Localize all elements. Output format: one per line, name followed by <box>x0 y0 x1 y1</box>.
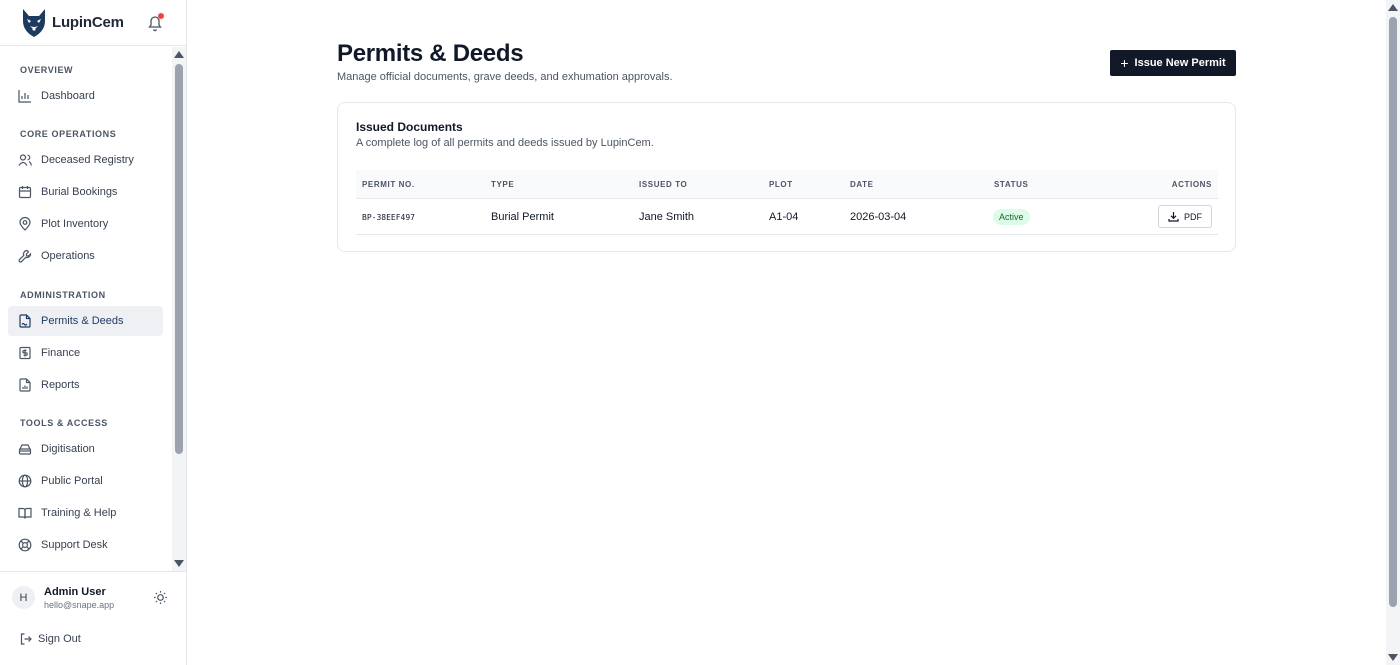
column-header-status[interactable]: STATUS <box>994 180 1028 189</box>
cell-plot: A1-04 <box>769 211 799 223</box>
column-header-type[interactable]: TYPE <box>491 180 514 189</box>
bar-chart-icon <box>18 90 31 103</box>
receipt-icon <box>19 346 31 360</box>
page-scroll-up-arrow-icon[interactable] <box>1388 4 1398 11</box>
download-pdf-button[interactable]: PDF <box>1158 205 1212 228</box>
sidebar-item-label: Training & Help <box>41 507 117 519</box>
user-email: hello@snape.app <box>44 600 115 610</box>
brand-name: LupinCem <box>52 14 124 31</box>
issue-new-permit-button[interactable]: + Issue New Permit <box>1110 50 1236 76</box>
sidebar-item-label: Public Portal <box>41 475 103 487</box>
sidebar-item-label: Operations <box>41 250 95 262</box>
scroll-up-arrow-icon[interactable] <box>174 51 184 58</box>
sidebar-item-dashboard[interactable]: Dashboard <box>8 81 163 111</box>
sidebar-item-finance[interactable]: Finance <box>8 338 163 368</box>
column-header-actions: ACTIONS <box>1171 180 1212 189</box>
cell-issued-to: Jane Smith <box>639 211 695 223</box>
scroll-thumb[interactable] <box>175 64 183 454</box>
sidebar-item-label: Dashboard <box>41 90 95 102</box>
sidebar-item-burial-bookings[interactable]: Burial Bookings <box>8 177 163 207</box>
download-icon <box>1168 212 1179 222</box>
section-title-tools-access: TOOLS & ACCESS <box>20 418 108 428</box>
section-title-administration: ADMINISTRATION <box>20 290 106 300</box>
users-icon <box>18 154 32 166</box>
section-title-overview: OVERVIEW <box>20 65 74 75</box>
brand-header: LupinCem <box>0 0 186 46</box>
sidebar-item-label: Digitisation <box>41 443 95 455</box>
cell-permit-no: BP-38EEF497 <box>362 213 415 222</box>
issued-documents-card: Issued Documents A complete log of all p… <box>337 102 1236 252</box>
globe-icon <box>18 474 32 488</box>
sign-out-button[interactable]: Sign Out <box>20 633 81 645</box>
notification-dot <box>158 13 164 19</box>
sun-icon[interactable] <box>153 590 168 605</box>
cell-type: Burial Permit <box>491 211 554 223</box>
file-chart-icon <box>19 378 31 392</box>
book-icon <box>18 507 32 519</box>
sidebar-item-label: Reports <box>41 379 80 391</box>
sidebar-nav: OVERVIEW Dashboard CORE OPERATIONS Decea… <box>0 47 172 571</box>
sidebar: LupinCem OVERVIEW Dashboard CORE OPERATI… <box>0 0 187 665</box>
table-row[interactable]: BP-38EEF497 Burial Permit Jane Smith A1-… <box>356 199 1218 235</box>
sidebar-scrollbar[interactable] <box>172 47 186 571</box>
sidebar-item-label: Permits & Deeds <box>41 315 124 327</box>
page-scroll-thumb[interactable] <box>1389 17 1397 607</box>
sidebar-item-training-help[interactable]: Training & Help <box>8 498 163 528</box>
sidebar-item-label: Plot Inventory <box>41 218 109 230</box>
sidebar-item-label: Deceased Registry <box>41 154 134 166</box>
column-header-plot[interactable]: PLOT <box>769 180 793 189</box>
card-subtitle: A complete log of all permits and deeds … <box>356 137 654 149</box>
scroll-down-arrow-icon[interactable] <box>174 560 184 567</box>
avatar: H <box>12 586 35 609</box>
page-scrollbar[interactable] <box>1386 0 1400 665</box>
sidebar-item-deceased-registry[interactable]: Deceased Registry <box>8 145 163 175</box>
column-header-date[interactable]: DATE <box>850 180 874 189</box>
page-scroll-down-arrow-icon[interactable] <box>1388 654 1398 661</box>
sidebar-item-digitisation[interactable]: Digitisation <box>8 434 163 464</box>
plus-icon: + <box>1120 55 1129 71</box>
page-title: Permits & Deeds <box>337 40 524 67</box>
column-header-issued-to[interactable]: ISSUED TO <box>639 180 687 189</box>
sidebar-item-label: Support Desk <box>41 539 108 551</box>
life-buoy-icon <box>18 538 32 552</box>
column-header-permit-no[interactable]: PERMIT NO. <box>362 180 415 189</box>
sidebar-item-label: Finance <box>41 347 81 359</box>
file-signature-icon <box>19 314 31 328</box>
sidebar-item-permits-deeds[interactable]: Permits & Deeds <box>8 306 163 336</box>
section-title-core-operations: CORE OPERATIONS <box>20 129 117 139</box>
scanner-icon <box>18 444 32 455</box>
sidebar-item-label: Burial Bookings <box>41 186 118 198</box>
issue-new-permit-label: Issue New Permit <box>1134 57 1226 69</box>
card-title: Issued Documents <box>356 120 463 134</box>
user-name: Admin User <box>44 586 106 598</box>
user-profile: H Admin User hello@snape.app <box>0 571 186 621</box>
sidebar-item-support-desk[interactable]: Support Desk <box>8 530 163 560</box>
sidebar-item-operations[interactable]: Operations <box>8 241 163 271</box>
pdf-label: PDF <box>1184 211 1202 222</box>
sidebar-item-plot-inventory[interactable]: Plot Inventory <box>8 209 163 239</box>
cell-date: 2026-03-04 <box>850 211 907 223</box>
page-subtitle: Manage official documents, grave deeds, … <box>337 71 673 83</box>
sidebar-item-reports[interactable]: Reports <box>8 370 163 400</box>
log-out-icon <box>20 633 32 645</box>
calendar-icon <box>18 186 32 199</box>
main-content: Permits & Deeds Manage official document… <box>187 0 1386 665</box>
sign-out-label: Sign Out <box>38 633 81 645</box>
status-badge: Active <box>993 209 1030 225</box>
map-pin-icon <box>19 217 31 231</box>
wolf-logo-icon <box>23 8 45 37</box>
wrench-icon <box>18 249 32 263</box>
sidebar-item-public-portal[interactable]: Public Portal <box>8 466 163 496</box>
table-header: PERMIT NO. TYPE ISSUED TO PLOT DATE STAT… <box>356 170 1218 199</box>
